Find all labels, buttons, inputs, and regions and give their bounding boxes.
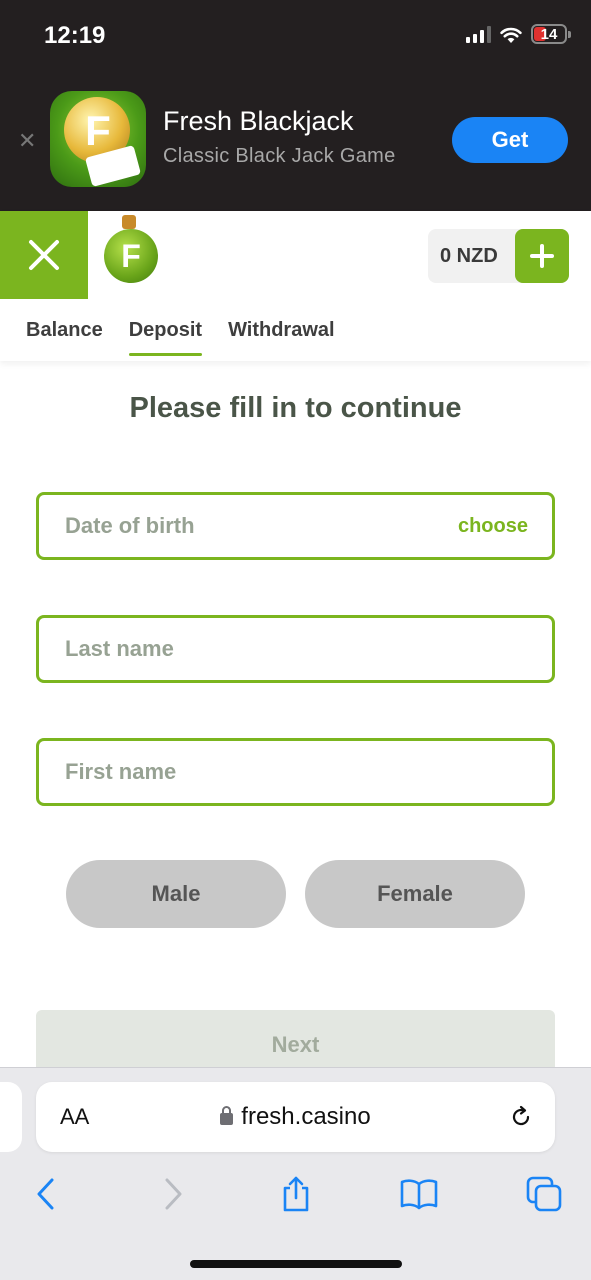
cellular-signal-icon — [466, 25, 491, 43]
browser-nav-row — [0, 1172, 591, 1222]
smart-app-banner-area: 12:19 14 ✕ F Fresh Blackjack Classic Bla… — [0, 0, 591, 211]
battery-level: 14 — [540, 25, 558, 43]
wifi-icon — [500, 27, 522, 43]
first-name-field[interactable] — [36, 738, 555, 806]
forward-button[interactable] — [151, 1172, 195, 1216]
balance-widget[interactable]: 0 NZD — [428, 229, 569, 283]
bookmarks-button[interactable] — [397, 1172, 441, 1216]
app-icon-letter: F — [85, 107, 111, 154]
site-header: F 0 NZD Balance Deposit Withdrawal — [0, 211, 591, 361]
tab-balance[interactable]: Balance — [26, 319, 103, 356]
home-indicator[interactable] — [190, 1260, 402, 1268]
gender-female-button[interactable]: Female — [305, 860, 525, 928]
close-icon — [29, 240, 59, 270]
lock-icon — [220, 1106, 234, 1125]
gender-male-button[interactable]: Male — [66, 860, 286, 928]
tabs-button[interactable] — [522, 1172, 566, 1216]
close-menu-button[interactable] — [0, 211, 88, 299]
last-name-input[interactable] — [65, 636, 528, 662]
previous-tab-preview[interactable] — [0, 1082, 22, 1152]
banner-close-icon[interactable]: ✕ — [18, 128, 36, 154]
add-funds-button[interactable] — [515, 229, 569, 283]
url-text: fresh.casino — [241, 1103, 371, 1130]
browser-toolbar: AA fresh.casino — [0, 1067, 591, 1280]
first-name-input[interactable] — [65, 759, 528, 785]
banner-app-subtitle: Classic Black Jack Game — [163, 145, 396, 167]
url-display[interactable]: fresh.casino — [36, 1082, 555, 1152]
address-bar[interactable]: AA fresh.casino — [36, 1082, 555, 1152]
date-of-birth-input[interactable] — [65, 513, 458, 539]
last-name-field[interactable] — [36, 615, 555, 683]
balance-amount: 0 NZD — [440, 245, 498, 267]
chevron-left-icon — [37, 1178, 54, 1210]
share-icon — [283, 1176, 309, 1212]
status-time: 12:19 — [44, 22, 106, 49]
site-logo[interactable]: F — [104, 229, 158, 283]
date-of-birth-field[interactable]: choose — [36, 492, 555, 560]
status-icons: 14 — [466, 24, 571, 44]
share-button[interactable] — [274, 1172, 318, 1216]
tab-withdrawal[interactable]: Withdrawal — [228, 319, 335, 356]
battery-icon: 14 — [531, 24, 571, 44]
tab-deposit[interactable]: Deposit — [128, 319, 203, 356]
banner-app-title: Fresh Blackjack — [163, 106, 354, 136]
back-button[interactable] — [24, 1172, 68, 1216]
app-icon[interactable]: F — [50, 91, 146, 187]
plus-icon — [530, 244, 554, 268]
book-icon — [400, 1179, 438, 1210]
choose-date-link[interactable]: choose — [458, 515, 528, 538]
logo-ornament — [122, 215, 136, 229]
reload-icon[interactable] — [509, 1105, 533, 1129]
get-app-button[interactable]: Get — [452, 117, 568, 163]
account-tabs: Balance Deposit Withdrawal — [26, 319, 361, 356]
chevron-right-icon — [165, 1178, 182, 1210]
tabs-icon — [526, 1176, 562, 1212]
form-title: Please fill in to continue — [129, 392, 462, 424]
logo-letter: F — [121, 237, 141, 274]
